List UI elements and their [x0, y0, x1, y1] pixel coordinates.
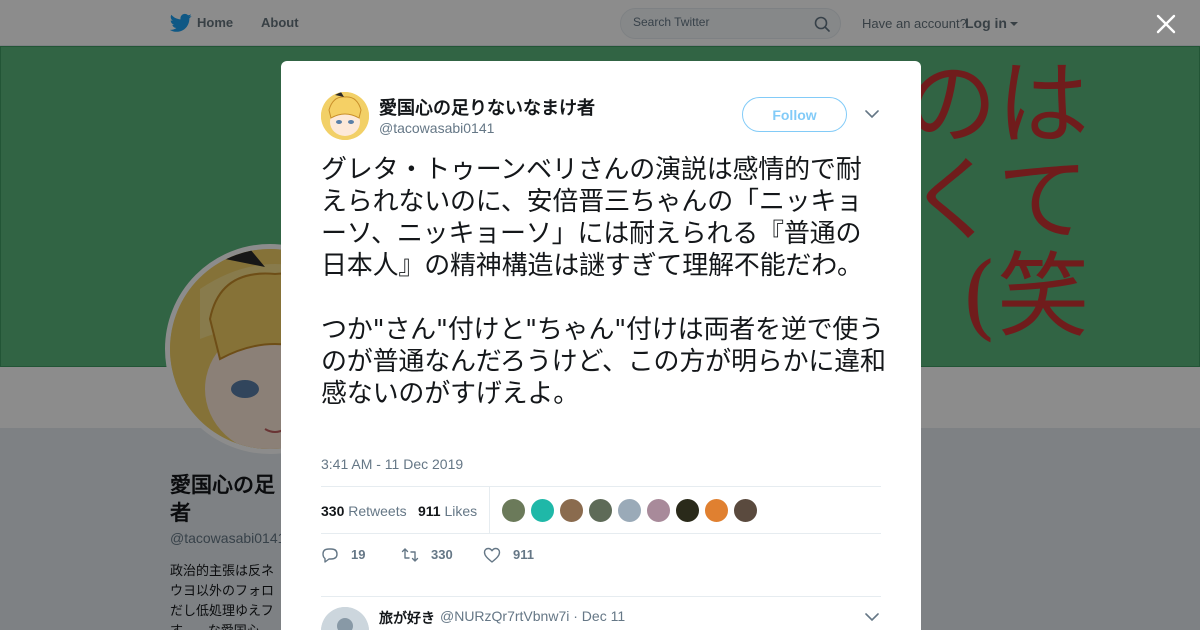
author-handle[interactable]: @tacowasabi0141 — [379, 120, 494, 136]
author-avatar[interactable] — [321, 92, 369, 140]
like-action-count: 911 — [513, 547, 534, 562]
heart-icon[interactable] — [483, 546, 501, 564]
reply-avatar[interactable] — [321, 607, 369, 630]
likes-stat[interactable]: 911 Likes — [418, 503, 477, 519]
retweet-action-count: 330 — [431, 547, 453, 562]
author-name[interactable]: 愛国心の足りないなまけ者 — [379, 94, 595, 120]
reply-tweet[interactable]: 旅が好き @NURzQr7rtVbnw7i · Dec 11 — [321, 596, 881, 630]
tweet-timestamp[interactable]: 3:41 AM - 11 Dec 2019 — [321, 456, 463, 472]
follow-button[interactable]: Follow — [742, 97, 847, 132]
tweet-stats: 330 Retweets 911 Likes — [321, 486, 881, 534]
retweets-label[interactable]: Retweets — [348, 503, 406, 519]
reply-chevron-down-icon[interactable] — [865, 613, 879, 622]
liker-avatar[interactable] — [646, 498, 671, 523]
liker-avatar[interactable] — [704, 498, 729, 523]
close-icon[interactable] — [1155, 13, 1177, 35]
reply-count: 19 — [351, 547, 366, 562]
liker-avatar[interactable] — [501, 498, 526, 523]
tweet-actions: 19 330 911 — [321, 545, 881, 567]
likes-label[interactable]: Likes — [444, 503, 477, 519]
reply-author-name[interactable]: 旅が好き — [379, 608, 435, 628]
retweets-stat[interactable]: 330 Retweets — [321, 503, 407, 519]
liker-avatar[interactable] — [675, 498, 700, 523]
retweet-icon[interactable] — [401, 546, 419, 564]
tweet-modal: 愛国心の足りないなまけ者 @tacowasabi0141 Follow グレタ・… — [281, 61, 921, 630]
reply-icon[interactable] — [321, 546, 339, 564]
reply-author-handle[interactable]: @NURzQr7rtVbnw7i · Dec 11 — [440, 608, 625, 624]
liker-avatar[interactable] — [588, 498, 613, 523]
stats-divider — [489, 487, 490, 533]
default-avatar-icon — [321, 607, 369, 630]
retweets-count[interactable]: 330 — [321, 503, 344, 519]
liker-avatar[interactable] — [617, 498, 642, 523]
chevron-down-icon[interactable] — [865, 110, 879, 119]
likes-count[interactable]: 911 — [418, 503, 441, 519]
liker-avatar[interactable] — [559, 498, 584, 523]
liker-avatar[interactable] — [530, 498, 555, 523]
tweet-text: グレタ・トゥーンベリさんの演説は感情的で耐えられないのに、安倍晋三ちゃんの「ニッ… — [321, 155, 886, 409]
liker-avatar[interactable] — [733, 498, 758, 523]
author-avatar-image — [321, 92, 369, 140]
